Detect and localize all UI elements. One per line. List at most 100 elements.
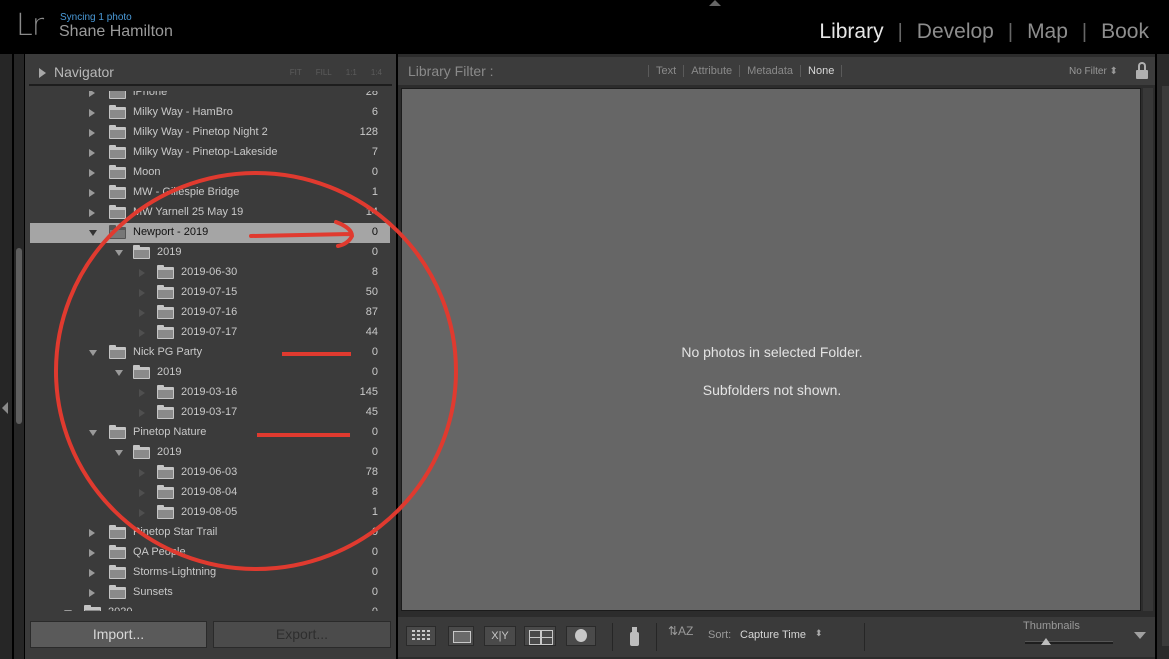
grid-scrollbar[interactable] bbox=[1143, 88, 1153, 611]
disclosure-closed-icon[interactable] bbox=[89, 109, 95, 117]
disclosure-open-icon[interactable] bbox=[115, 250, 123, 256]
toolbar-menu-chevron-down-icon[interactable] bbox=[1134, 632, 1146, 639]
disclosure-closed-icon[interactable] bbox=[89, 589, 95, 597]
scrollbar-thumb[interactable] bbox=[16, 248, 22, 424]
folder-name: Nick PG Party bbox=[133, 346, 203, 358]
navigator-header[interactable]: Navigator FIT FILL 1:1 1:4 bbox=[29, 58, 392, 86]
folder-row[interactable]: Nick PG Party 0 bbox=[30, 343, 390, 363]
thumbnail-size-slider[interactable] bbox=[1025, 641, 1113, 644]
folder-row[interactable]: 2019-08-05 1 bbox=[30, 503, 390, 523]
disclosure-closed-icon[interactable] bbox=[89, 209, 95, 217]
zoom-1-4[interactable]: 1:4 bbox=[371, 68, 382, 77]
loupe-view-icon[interactable] bbox=[448, 626, 474, 646]
export-button[interactable]: Export... bbox=[213, 621, 391, 648]
painter-spray-can-icon[interactable] bbox=[627, 625, 641, 647]
disclosure-closed-icon[interactable] bbox=[139, 329, 145, 337]
folder-row[interactable]: Pinetop Star Trail 0 bbox=[30, 523, 390, 543]
filter-preset-select[interactable]: No Filter ⬍ bbox=[1069, 66, 1118, 77]
folder-row[interactable]: Milky Way - Pinetop Night 2 128 bbox=[30, 123, 390, 143]
sync-status[interactable]: Syncing 1 photo bbox=[60, 12, 132, 23]
disclosure-closed-icon[interactable] bbox=[139, 309, 145, 317]
disclosure-closed-icon[interactable] bbox=[139, 389, 145, 397]
folder-icon bbox=[157, 325, 174, 339]
disclosure-closed-icon[interactable] bbox=[139, 509, 145, 517]
filter-metadata[interactable]: Metadata bbox=[740, 65, 800, 77]
folder-row[interactable]: Pinetop Nature 0 bbox=[30, 423, 390, 443]
folder-photo-count: 0 bbox=[371, 526, 378, 538]
sort-select-arrows-icon[interactable]: ⬍ bbox=[815, 628, 823, 639]
lock-icon[interactable] bbox=[1136, 62, 1148, 80]
left-panel-toggle[interactable] bbox=[0, 54, 12, 659]
import-export-bar: Import... Export... bbox=[30, 621, 392, 649]
folder-row[interactable]: 2019-07-16 87 bbox=[30, 303, 390, 323]
disclosure-open-icon[interactable] bbox=[89, 230, 97, 236]
survey-view-icon[interactable] bbox=[524, 626, 556, 646]
module-map[interactable]: Map bbox=[1025, 20, 1070, 44]
compare-view-icon[interactable]: X|Y bbox=[484, 626, 516, 646]
folder-row[interactable]: 2019-03-16 145 bbox=[30, 383, 390, 403]
folder-name: 2019-03-16 bbox=[181, 386, 238, 398]
disclosure-closed-icon[interactable] bbox=[89, 569, 95, 577]
folder-row[interactable]: Milky Way - HamBro 6 bbox=[30, 103, 390, 123]
import-button[interactable]: Import... bbox=[30, 621, 207, 648]
module-library[interactable]: Library bbox=[817, 20, 885, 44]
folder-name: 2019-07-15 bbox=[181, 286, 238, 298]
disclosure-closed-icon[interactable] bbox=[89, 91, 95, 97]
collapse-left-arrow-icon[interactable] bbox=[2, 402, 8, 414]
disclosure-closed-icon[interactable] bbox=[89, 549, 95, 557]
folder-row[interactable]: 2019 0 bbox=[30, 243, 390, 263]
disclosure-closed-icon[interactable] bbox=[139, 269, 145, 277]
disclosure-open-icon[interactable] bbox=[115, 450, 123, 456]
grid-view-icon[interactable] bbox=[406, 626, 436, 646]
disclosure-closed-icon[interactable] bbox=[139, 489, 145, 497]
people-view-icon[interactable] bbox=[566, 626, 596, 646]
left-panel-scrollbar[interactable] bbox=[14, 54, 24, 659]
disclosure-closed-icon[interactable] bbox=[139, 469, 145, 477]
folder-row[interactable]: Milky Way - Pinetop-Lakeside 7 bbox=[30, 143, 390, 163]
filter-attribute[interactable]: Attribute bbox=[684, 65, 739, 77]
zoom-fill[interactable]: FILL bbox=[316, 68, 332, 77]
expand-triangle-icon[interactable] bbox=[39, 68, 46, 78]
filter-text[interactable]: Text bbox=[649, 65, 683, 77]
filter-none[interactable]: None bbox=[801, 65, 841, 77]
disclosure-open-icon[interactable] bbox=[89, 430, 97, 436]
disclosure-closed-icon[interactable] bbox=[89, 189, 95, 197]
folder-row[interactable]: 2019-08-04 8 bbox=[30, 483, 390, 503]
disclosure-closed-icon[interactable] bbox=[139, 289, 145, 297]
grid-view[interactable]: No photos in selected Folder. Subfolders… bbox=[401, 88, 1141, 611]
folder-row[interactable]: 2019 0 bbox=[30, 443, 390, 463]
disclosure-closed-icon[interactable] bbox=[89, 149, 95, 157]
folder-row[interactable]: 2019-07-17 44 bbox=[30, 323, 390, 343]
sort-direction-icon[interactable]: ⇅AZ bbox=[668, 624, 693, 638]
disclosure-closed-icon[interactable] bbox=[139, 409, 145, 417]
disclosure-closed-icon[interactable] bbox=[89, 129, 95, 137]
folder-row[interactable]: MW - Gillespie Bridge 1 bbox=[30, 183, 390, 203]
folder-row[interactable]: 2019 0 bbox=[30, 363, 390, 383]
disclosure-closed-icon[interactable] bbox=[89, 169, 95, 177]
zoom-1-1[interactable]: 1:1 bbox=[346, 68, 357, 77]
folder-row[interactable]: iPhone 28 bbox=[30, 91, 390, 103]
folder-icon bbox=[109, 91, 126, 99]
top-panel-toggle-icon[interactable] bbox=[709, 0, 721, 6]
disclosure-open-icon[interactable] bbox=[64, 610, 72, 611]
folder-row[interactable]: 2020 0 bbox=[30, 603, 390, 611]
folder-row[interactable]: 2019-06-03 78 bbox=[30, 463, 390, 483]
folder-row[interactable]: Newport - 2019 0 bbox=[30, 223, 390, 243]
module-develop[interactable]: Develop bbox=[915, 20, 996, 44]
right-panel-edge[interactable] bbox=[1157, 54, 1169, 659]
folder-row[interactable]: 2019-07-15 50 bbox=[30, 283, 390, 303]
sort-select[interactable]: Capture Time bbox=[740, 629, 806, 641]
disclosure-open-icon[interactable] bbox=[89, 350, 97, 356]
folder-row[interactable]: 2019-03-17 45 bbox=[30, 403, 390, 423]
folder-row[interactable]: Storms-Lightning 0 bbox=[30, 563, 390, 583]
folder-row[interactable]: Sunsets 0 bbox=[30, 583, 390, 603]
folder-row[interactable]: 2019-06-30 8 bbox=[30, 263, 390, 283]
zoom-fit[interactable]: FIT bbox=[290, 68, 302, 77]
folder-row[interactable]: Moon 0 bbox=[30, 163, 390, 183]
folder-row[interactable]: QA People 0 bbox=[30, 543, 390, 563]
thumbnail-slider-knob[interactable] bbox=[1041, 638, 1051, 645]
module-book[interactable]: Book bbox=[1099, 20, 1151, 44]
folder-row[interactable]: MW Yarnell 25 May 19 14 bbox=[30, 203, 390, 223]
disclosure-open-icon[interactable] bbox=[115, 370, 123, 376]
disclosure-closed-icon[interactable] bbox=[89, 529, 95, 537]
